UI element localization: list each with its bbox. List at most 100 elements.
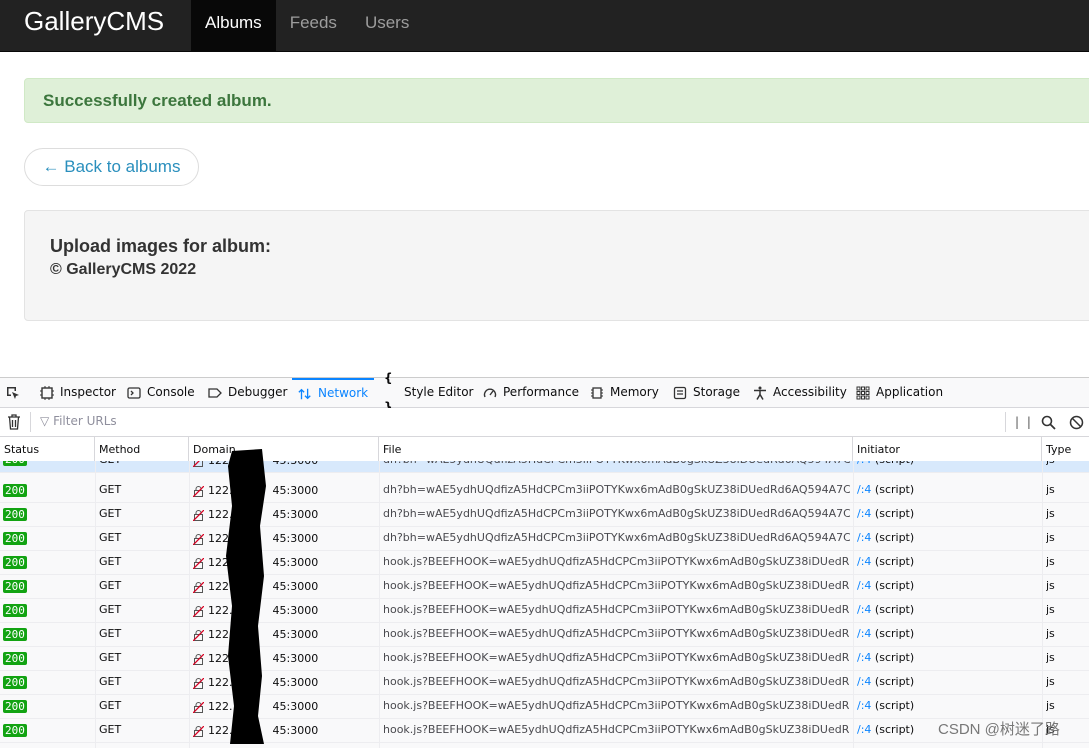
- initiator-link[interactable]: /:4: [857, 461, 871, 466]
- request-initiator: /:4 (script): [857, 483, 915, 496]
- column-type[interactable]: Type: [1042, 437, 1089, 461]
- column-status[interactable]: Status: [0, 437, 95, 461]
- request-row[interactable]: 200 GET 122. 45:3000 hook.js?BEEFHOOK=wAE5yd…: [0, 623, 1089, 647]
- column-initiator[interactable]: Initiator: [853, 437, 1042, 461]
- request-file: hook.js?BEEFHOOK=wAE5ydhUQdfizA5HdCPCm3i…: [383, 723, 850, 736]
- style-editor-icon: { }: [384, 370, 393, 414]
- status-badge: 200: [3, 508, 27, 521]
- insecure-lock-icon: [193, 509, 204, 521]
- request-type: js: [1046, 699, 1055, 712]
- request-method: GET: [99, 627, 122, 640]
- initiator-link[interactable]: /:4: [857, 603, 871, 616]
- initiator-link[interactable]: /:4: [857, 699, 871, 712]
- upload-heading: Upload images for album:: [50, 236, 272, 256]
- block-icon[interactable]: [1069, 415, 1084, 430]
- request-file: dh?bh=wAE5ydhUQdfizA5HdCPCm3iiPOTYKwx6mA…: [383, 483, 850, 496]
- trash-icon[interactable]: [7, 414, 21, 430]
- nav-users[interactable]: Users: [351, 0, 423, 51]
- request-row[interactable]: 200 GET 122.45:3000 dh?bh=wAE5ydhUQdfizA5Hd…: [0, 503, 1089, 527]
- request-row[interactable]: 200 GET 122. 45:3000 hook.js?BEEFHOOK=wAE5yd…: [0, 671, 1089, 695]
- request-domain: 122.45:3000: [193, 527, 376, 551]
- column-separator: [1042, 461, 1043, 748]
- request-initiator: /:4 (script): [857, 461, 1037, 473]
- initiator-link[interactable]: /:4: [857, 675, 871, 688]
- network-toolbar: ▽ Filter URLs | |: [0, 408, 1089, 437]
- tab-memory[interactable]: Memory: [590, 378, 659, 407]
- request-row[interactable]: 200 GET 122.45:3000 dh?bh=wAE5ydhUQdfizA5Hd…: [0, 479, 1089, 503]
- footer-copyright: © GalleryCMS 2022: [50, 261, 197, 278]
- request-initiator: /:4 (script): [857, 627, 915, 640]
- initiator-link[interactable]: /:4: [857, 627, 871, 640]
- nav-feeds[interactable]: Feeds: [276, 0, 351, 51]
- request-method: GET: [99, 675, 122, 688]
- search-icon[interactable]: [1041, 415, 1056, 430]
- redaction-mark: [226, 449, 266, 744]
- column-file[interactable]: File: [379, 437, 853, 461]
- request-row[interactable]: 200 GET 122.45:3000 dh?bh=wAE5ydhUQdfizA5Hd…: [0, 461, 1089, 473]
- storage-icon: [673, 386, 687, 400]
- insecure-lock-icon: [193, 725, 204, 737]
- column-separator: [95, 461, 96, 748]
- insecure-lock-icon: [193, 701, 204, 713]
- status-badge: 200: [3, 484, 27, 497]
- tab-inspector[interactable]: Inspector: [40, 378, 116, 407]
- request-method: GET: [99, 723, 122, 736]
- request-method: GET: [99, 603, 122, 616]
- request-row[interactable]: 200 GET 122. 45:3000 hook.js?BEEFHOOK=wAE5yd…: [0, 575, 1089, 599]
- initiator-link[interactable]: /:4: [857, 483, 871, 496]
- request-row[interactable]: 200 GET 122. 45:3000 hook.js?BEEFHOOK=wAE5yd…: [0, 719, 1089, 743]
- request-row[interactable]: 200 GET 122.45:3000 dh?bh=wAE5ydhUQdfizA5Hd…: [0, 527, 1089, 551]
- tab-network[interactable]: Network: [292, 378, 375, 407]
- tab-performance[interactable]: Performance: [483, 378, 579, 407]
- tab-style-editor[interactable]: { } Style Editor: [384, 370, 473, 414]
- column-method[interactable]: Method: [95, 437, 189, 461]
- success-alert: Successfully created album.: [24, 78, 1089, 123]
- request-type: js: [1046, 627, 1055, 640]
- nav-albums[interactable]: Albums: [191, 0, 276, 51]
- request-domain: 122.45:3000: [193, 551, 376, 575]
- main-nav: Albums Feeds Users: [191, 0, 423, 51]
- request-file: dh?bh=wAE5ydhUQdfizA5HdCPCm3iiPOTYKwx6mA…: [383, 461, 850, 473]
- request-type: js: [1046, 531, 1055, 544]
- request-row[interactable]: 200 GET 122. 45:3000 hook.js?BEEFHOOK=wAE5yd…: [0, 599, 1089, 623]
- element-picker-icon[interactable]: [5, 385, 21, 401]
- request-row[interactable]: 200 GET 122. 45:3000 hook.js?BEEFHOOK=wAE5yd…: [0, 647, 1089, 671]
- request-method: GET: [99, 555, 122, 568]
- request-initiator: /:4 (script): [857, 603, 915, 616]
- column-separator: [189, 461, 190, 748]
- back-to-albums-button[interactable]: ← Back to albums: [24, 148, 199, 186]
- initiator-link[interactable]: /:4: [857, 507, 871, 520]
- tab-debugger[interactable]: Debugger: [208, 378, 287, 407]
- request-method: GET: [99, 699, 122, 712]
- initiator-link[interactable]: /:4: [857, 579, 871, 592]
- status-badge: 200: [3, 700, 27, 713]
- request-initiator: /:4 (script): [857, 699, 915, 712]
- filter-urls-input[interactable]: ▽ Filter URLs: [40, 414, 117, 428]
- initiator-link[interactable]: /:4: [857, 723, 871, 736]
- tab-console[interactable]: Console: [127, 378, 195, 407]
- request-domain: 122.45:3000: [193, 695, 376, 719]
- status-badge: 200: [3, 652, 27, 665]
- column-domain[interactable]: Domain: [189, 437, 379, 461]
- request-type: js: [1046, 461, 1086, 473]
- tab-application[interactable]: Application: [856, 378, 943, 407]
- status-badge: 200: [3, 628, 27, 641]
- request-row[interactable]: 200 GET 122. 45:3000 hook.js?BEEFHOOK=wAE5yd…: [0, 695, 1089, 719]
- initiator-link[interactable]: /:4: [857, 555, 871, 568]
- tab-accessibility[interactable]: Accessibility: [753, 378, 847, 407]
- initiator-link[interactable]: /:4: [857, 531, 871, 544]
- column-separator: [853, 461, 854, 748]
- request-domain: 122.45:3000: [193, 503, 376, 527]
- request-method: GET: [99, 507, 122, 520]
- request-file: hook.js?BEEFHOOK=wAE5ydhUQdfizA5HdCPCm3i…: [383, 675, 850, 688]
- pause-icon[interactable]: | |: [1015, 415, 1033, 429]
- requests-list: 200 GET 122. 45:3000 dh?bh=wAE5ydhUQdfizA5Hd…: [0, 461, 1089, 748]
- initiator-link[interactable]: /:4: [857, 651, 871, 664]
- tab-storage[interactable]: Storage: [673, 378, 740, 407]
- request-type: js: [1046, 579, 1055, 592]
- filter-icon: ▽: [40, 414, 50, 428]
- request-domain: 122.45:3000: [193, 575, 376, 599]
- upload-panel: Upload images for album: © GalleryCMS 20…: [24, 210, 1089, 321]
- request-row[interactable]: 200 GET 122. 45:3000 hook.js?BEEFHOOK=wAE5yd…: [0, 551, 1089, 575]
- brand-logo[interactable]: GalleryCMS: [24, 6, 164, 36]
